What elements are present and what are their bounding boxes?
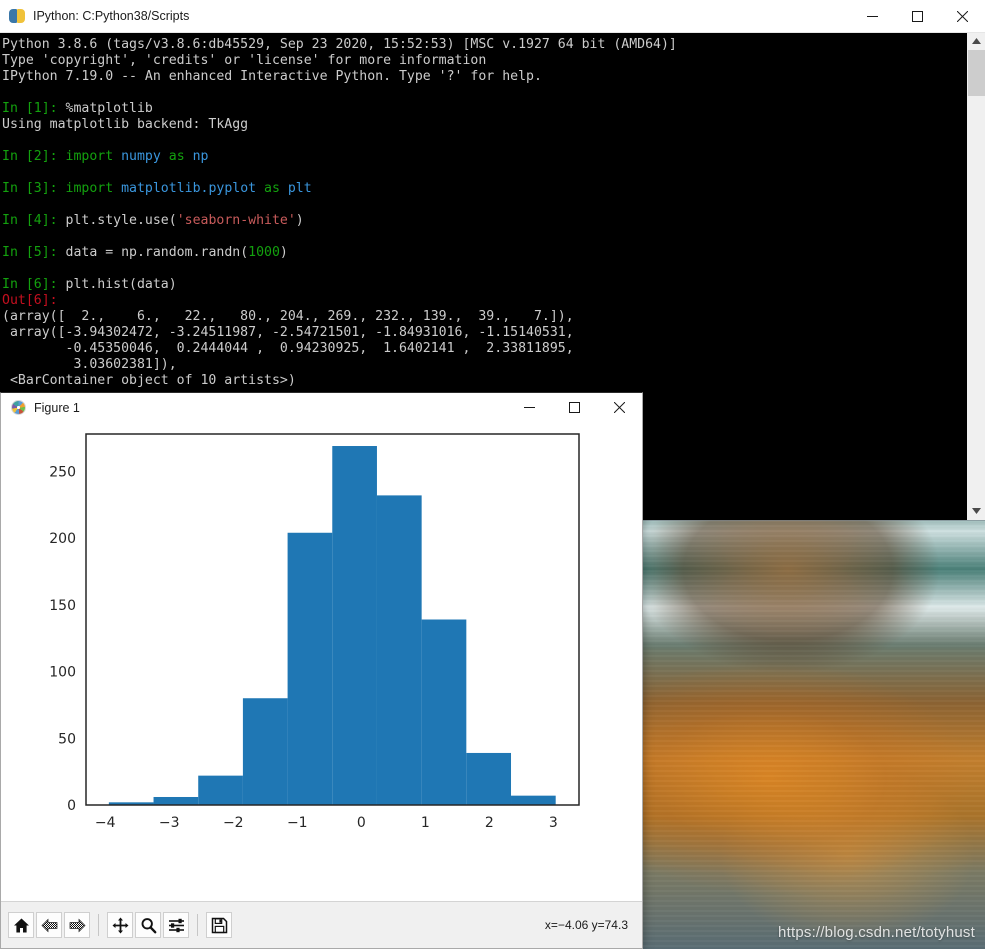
- y-tick-label: 150: [49, 598, 76, 614]
- code-cell-6: plt.hist(data): [65, 277, 177, 292]
- ipython-maximize-button[interactable]: [895, 0, 940, 32]
- matplotlib-figure-window[interactable]: Figure 1 0 50 100 150 200 250 −4 −3 −2 −1 0 1 2 3: [0, 392, 643, 949]
- prompt-in-6: In [6]:: [2, 277, 58, 292]
- ipython-window-controls: [850, 0, 985, 32]
- figure-canvas[interactable]: 0 50 100 150 200 250 −4 −3 −2 −1 0 1 2 3: [1, 422, 642, 901]
- python-icon: [9, 8, 25, 24]
- x-tick-label: −2: [223, 815, 244, 831]
- back-button[interactable]: [36, 912, 62, 938]
- floppy-disk-icon: [211, 917, 227, 933]
- code-module-2: numpy: [113, 149, 169, 164]
- ipython-window-title: IPython: C:Python38/Scripts: [33, 9, 190, 23]
- watermark-text: https://blog.csdn.net/totyhust: [778, 924, 975, 941]
- magnifier-icon: [141, 917, 156, 933]
- pan-button[interactable]: [107, 912, 133, 938]
- home-icon: [13, 918, 29, 932]
- histogram-bar: [332, 446, 377, 805]
- y-tick-label: 200: [49, 531, 76, 547]
- figure-window-controls: [507, 392, 642, 424]
- prompt-in-1: In [1]:: [2, 101, 58, 116]
- scrollbar-track[interactable]: [968, 50, 985, 503]
- subplots-button[interactable]: [163, 912, 189, 938]
- scrollbar-thumb[interactable]: [968, 50, 985, 96]
- output-6-line-4: 3.03602381]),: [2, 357, 177, 372]
- matplotlib-navigation-toolbar[interactable]: x=−4.06 y=74.3: [1, 901, 642, 948]
- output-6-line-2: array([-3.94302472, -3.24511987, -2.5472…: [2, 325, 574, 340]
- x-tick-label: −4: [95, 815, 116, 831]
- cursor-coordinates-readout: x=−4.06 y=74.3: [544, 918, 628, 932]
- histogram-bar: [511, 795, 556, 805]
- y-tick-label: 100: [49, 665, 76, 681]
- figure-window-title: Figure 1: [34, 400, 80, 415]
- code-as-3: as: [264, 181, 280, 196]
- code-post-4: ): [295, 213, 304, 228]
- home-button[interactable]: [8, 912, 34, 938]
- console-scrollbar[interactable]: [967, 33, 985, 520]
- y-tick-label: 0: [67, 798, 76, 814]
- banner-line-1: Python 3.8.6 (tags/v3.8.6:db45529, Sep 2…: [2, 37, 677, 52]
- left-arrow-icon: [41, 918, 57, 932]
- right-arrow-icon: [69, 918, 85, 932]
- toolbar-separator-1: [98, 914, 99, 936]
- prompt-in-3: In [3]:: [2, 181, 58, 196]
- x-tick-label: 1: [421, 815, 430, 831]
- code-keyword-3: import: [65, 181, 114, 196]
- scrollbar-down-arrow-icon[interactable]: [968, 503, 985, 520]
- histogram-bar: [242, 698, 288, 805]
- output-6-line-1: (array([ 2., 6., 22., 80., 204., 269., 2…: [2, 309, 574, 324]
- prompt-in-4: In [4]:: [2, 213, 58, 228]
- figure-close-button[interactable]: [597, 392, 642, 424]
- histogram-bar: [376, 495, 422, 805]
- histogram-bar: [466, 752, 512, 805]
- prompt-in-2: In [2]:: [2, 149, 58, 164]
- code-post-5: ): [279, 245, 288, 260]
- code-as-2: as: [168, 149, 185, 164]
- code-module-3: matplotlib.pyplot: [113, 181, 265, 196]
- x-tick-label: −3: [159, 815, 180, 831]
- code-pre-4: plt.style.use(: [65, 213, 177, 228]
- banner-line-2: Type 'copyright', 'credits' or 'license'…: [2, 53, 487, 68]
- x-tick-label: 3: [549, 815, 558, 831]
- move-cross-icon: [112, 917, 128, 933]
- histogram-plot[interactable]: 0 50 100 150 200 250 −4 −3 −2 −1 0 1 2 3: [1, 422, 642, 901]
- x-tick-label: 0: [357, 815, 366, 831]
- ipython-titlebar[interactable]: IPython: C:Python38/Scripts: [0, 0, 985, 33]
- x-tick-label: −1: [287, 815, 308, 831]
- histogram-bar: [287, 532, 333, 805]
- toolbar-separator-2: [197, 914, 198, 936]
- prompt-in-5: In [5]:: [2, 245, 58, 260]
- sliders-icon: [168, 918, 184, 932]
- figure-minimize-button[interactable]: [507, 392, 552, 424]
- y-tick-label: 250: [49, 464, 76, 480]
- ipython-close-button[interactable]: [940, 0, 985, 32]
- code-string-4: 'seaborn-white': [176, 213, 296, 228]
- code-pre-5: data = np.random.randn(: [65, 245, 249, 260]
- scrollbar-up-arrow-icon[interactable]: [968, 33, 985, 50]
- output-6-line-3: -0.45350046, 0.2444044 , 0.94230925, 1.6…: [2, 341, 574, 356]
- code-alias-3: plt: [279, 181, 312, 196]
- forward-button[interactable]: [64, 912, 90, 938]
- y-tick-label: 50: [58, 731, 76, 747]
- code-number-5: 1000: [248, 245, 280, 260]
- output-6-line-5: <BarContainer object of 10 artists>): [2, 373, 296, 388]
- ipython-minimize-button[interactable]: [850, 0, 895, 32]
- zoom-button[interactable]: [135, 912, 161, 938]
- desktop: IPython: C:Python38/Scripts Python 3.8.6…: [0, 0, 985, 949]
- code-alias-2: np: [184, 149, 209, 164]
- code-keyword-2: import: [65, 149, 114, 164]
- figure-maximize-button[interactable]: [552, 392, 597, 424]
- histogram-bar: [421, 619, 467, 805]
- code-cell-1: %matplotlib: [65, 101, 153, 116]
- matplotlib-icon: [11, 400, 26, 415]
- histogram-bar: [198, 775, 243, 805]
- prompt-out-6: Out[6]:: [2, 293, 58, 308]
- figure-titlebar[interactable]: Figure 1: [1, 393, 642, 422]
- output-cell-1: Using matplotlib backend: TkAgg: [2, 117, 249, 132]
- histogram-bar: [153, 796, 199, 805]
- banner-line-3: IPython 7.19.0 -- An enhanced Interactiv…: [2, 69, 542, 84]
- save-button[interactable]: [206, 912, 232, 938]
- x-tick-label: 2: [485, 815, 494, 831]
